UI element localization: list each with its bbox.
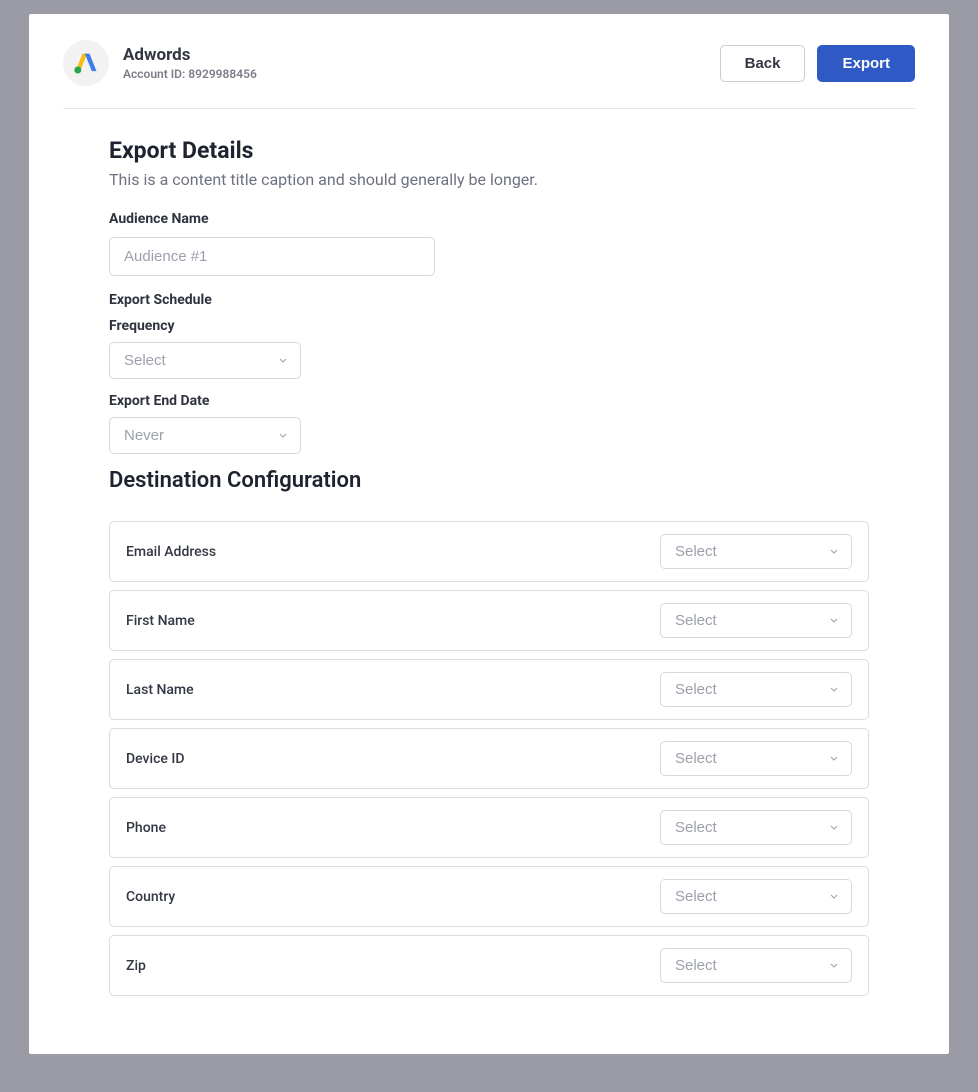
mapping-row-phone: Phone Select	[109, 797, 869, 858]
mapping-label: Last Name	[126, 682, 194, 698]
mapping-label: Email Address	[126, 544, 216, 560]
app-title: Adwords	[123, 45, 257, 65]
mapping-label: Phone	[126, 820, 166, 836]
brand-text: Adwords Account ID: 8929988456	[123, 45, 257, 81]
mapping-row-last-name: Last Name Select	[109, 659, 869, 720]
end-date-label: Export End Date	[109, 393, 869, 409]
end-date-select[interactable]: Never	[109, 417, 301, 454]
mapping-select-zip[interactable]: Select	[660, 948, 852, 983]
export-modal: Adwords Account ID: 8929988456 Back Expo…	[29, 14, 949, 1054]
mapping-row-country: Country Select	[109, 866, 869, 927]
mapping-select-first-name[interactable]: Select	[660, 603, 852, 638]
mapping-label: First Name	[126, 613, 195, 629]
back-button[interactable]: Back	[720, 45, 806, 82]
frequency-select-wrap: Select	[109, 342, 301, 379]
audience-name-label: Audience Name	[109, 211, 869, 227]
account-id-label: Account ID: 8929988456	[123, 67, 257, 81]
adwords-logo-icon	[63, 40, 109, 86]
mapping-select-device-id[interactable]: Select	[660, 741, 852, 776]
modal-header: Adwords Account ID: 8929988456 Back Expo…	[63, 40, 915, 109]
mapping-row-email: Email Address Select	[109, 521, 869, 582]
mapping-row-device-id: Device ID Select	[109, 728, 869, 789]
mapping-row-first-name: First Name Select	[109, 590, 869, 651]
export-button[interactable]: Export	[817, 45, 915, 82]
mapping-select-phone[interactable]: Select	[660, 810, 852, 845]
export-details-title: Export Details	[109, 137, 869, 164]
export-details-caption: This is a content title caption and shou…	[109, 170, 869, 189]
mapping-select-email[interactable]: Select	[660, 534, 852, 569]
mapping-label: Country	[126, 889, 175, 905]
mapping-label: Device ID	[126, 751, 184, 767]
mapping-select-last-name[interactable]: Select	[660, 672, 852, 707]
export-schedule-label: Export Schedule	[109, 292, 869, 308]
frequency-label: Frequency	[109, 318, 869, 334]
mapping-row-zip: Zip Select	[109, 935, 869, 996]
modal-body: Export Details This is a content title c…	[63, 109, 915, 1014]
header-actions: Back Export	[720, 45, 915, 82]
destination-config-title: Destination Configuration	[109, 468, 869, 493]
brand-block: Adwords Account ID: 8929988456	[63, 40, 257, 86]
end-date-select-wrap: Never	[109, 417, 301, 454]
frequency-select[interactable]: Select	[109, 342, 301, 379]
mapping-label: Zip	[126, 958, 146, 974]
mapping-select-country[interactable]: Select	[660, 879, 852, 914]
audience-name-input[interactable]	[109, 237, 435, 276]
